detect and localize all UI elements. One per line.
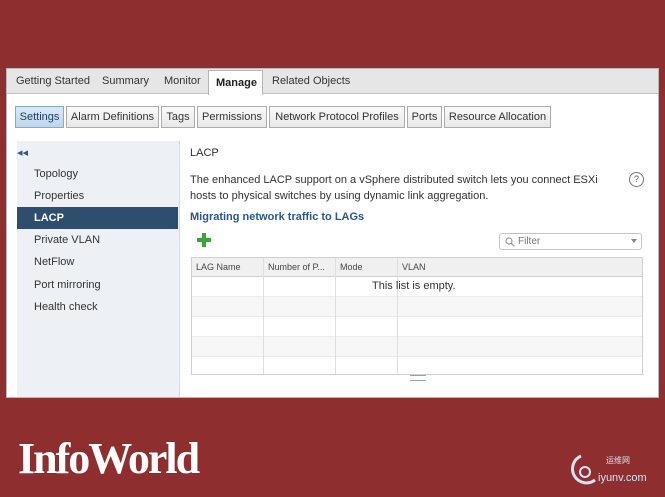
lag-table: LAG Name Number of P... Mode VLAN This l… (191, 257, 643, 375)
empty-list-message: This list is empty. (372, 280, 456, 292)
sidebar-item-lacp[interactable]: LACP (17, 207, 178, 229)
tab-manage[interactable]: Manage (208, 70, 263, 95)
sidebar-item-health-check[interactable]: Health check (17, 296, 178, 318)
lag-table-header: LAG Name Number of P... Mode VLAN (192, 258, 642, 277)
subtab-resource-allocation[interactable]: Resource Allocation (444, 106, 551, 128)
subtab-permissions[interactable]: Permissions (197, 106, 267, 128)
lacp-content-pane: LACP The enhanced LACP support on a vSph… (190, 141, 650, 397)
subtab-settings[interactable]: Settings (15, 106, 64, 128)
search-icon (505, 237, 515, 247)
filter-box[interactable] (499, 233, 642, 250)
tab-monitor[interactable]: Monitor (157, 69, 208, 94)
sidebar-item-properties[interactable]: Properties (17, 185, 178, 207)
sidebar-item-topology[interactable]: Topology (17, 163, 178, 185)
resize-handle[interactable] (410, 375, 426, 381)
top-frame-band (0, 0, 665, 68)
sidebar-item-netflow[interactable]: NetFlow (17, 251, 178, 273)
collapse-sidebar-icon[interactable]: ◂◂ (17, 146, 28, 159)
column-header-mode[interactable]: Mode (336, 258, 398, 277)
tab-related-objects[interactable]: Related Objects (265, 69, 357, 94)
filter-input[interactable] (518, 235, 623, 248)
watermark-cn-text: 运维网 (606, 456, 630, 465)
migrate-traffic-link[interactable]: Migrating network traffic to LAGs (190, 211, 364, 223)
vsphere-manage-panel: Getting Started Summary Monitor Manage R… (6, 68, 659, 398)
main-tab-bar: Getting Started Summary Monitor Manage R… (7, 69, 658, 95)
lacp-description: The enhanced LACP support on a vSphere d… (190, 174, 598, 202)
column-divider (397, 258, 398, 374)
table-row (192, 317, 642, 337)
subtab-alarm-definitions[interactable]: Alarm Definitions (66, 106, 159, 128)
sidebar-item-port-mirroring[interactable]: Port mirroring (17, 274, 178, 296)
tab-getting-started[interactable]: Getting Started (9, 69, 97, 94)
table-row (192, 337, 642, 357)
table-row (192, 357, 642, 374)
settings-sidebar: ◂◂ Topology Properties LACP Private VLAN… (17, 141, 180, 397)
watermark-text: iyunv.com (598, 472, 647, 484)
add-lag-plus-icon[interactable] (196, 232, 212, 248)
subtab-tags[interactable]: Tags (161, 106, 195, 128)
column-divider (335, 258, 336, 374)
tab-summary[interactable]: Summary (95, 69, 156, 94)
subtab-network-protocol-profiles[interactable]: Network Protocol Profiles (269, 106, 405, 128)
subtab-ports[interactable]: Ports (407, 106, 442, 128)
column-header-vlan[interactable]: VLAN (398, 258, 642, 277)
column-divider (263, 258, 264, 374)
sidebar-item-private-vlan[interactable]: Private VLAN (17, 229, 178, 251)
filter-dropdown-icon[interactable] (631, 239, 637, 243)
column-header-number-of-ports[interactable]: Number of P... (264, 258, 336, 277)
help-icon[interactable]: ? (629, 172, 644, 187)
table-row (192, 297, 642, 317)
column-header-lag-name[interactable]: LAG Name (192, 258, 264, 277)
section-title: LACP (190, 147, 219, 159)
infoworld-logo: InfoWorld (18, 434, 200, 483)
